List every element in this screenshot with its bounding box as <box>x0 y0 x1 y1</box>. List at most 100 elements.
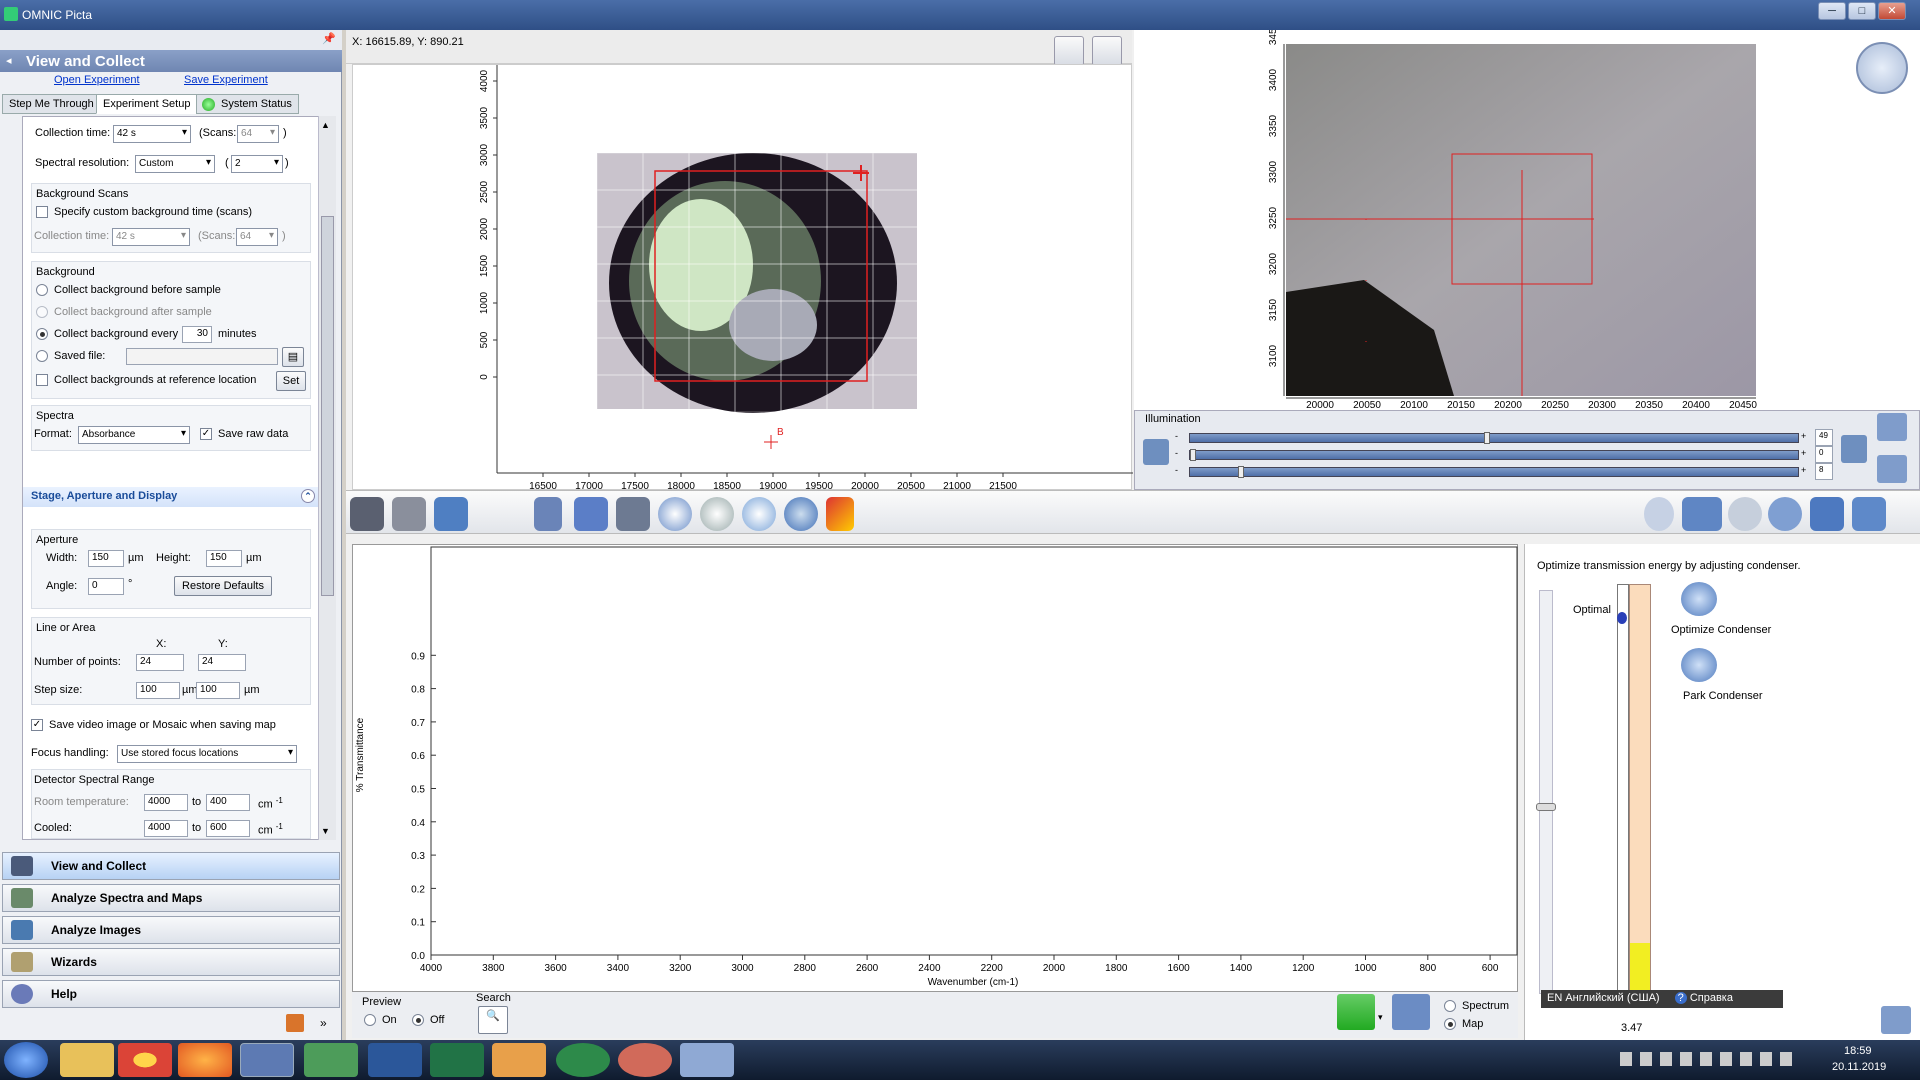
help-label[interactable]: Справка <box>1690 992 1733 1004</box>
nav-view-and-collect[interactable]: View and Collect <box>2 852 340 880</box>
tray-icons[interactable] <box>1620 1052 1800 1066</box>
sample-holder-icon[interactable] <box>350 497 384 531</box>
video-view[interactable]: 20000 20050 20100 20150 20200 20250 20300 20350… <box>1134 22 1920 411</box>
maximize-button[interactable]: □ <box>1848 2 1876 20</box>
chrome-icon[interactable] <box>118 1043 172 1077</box>
spectrum-view[interactable]: 0.0 0.1 0.2 0.3 0.4 0.5 0.6 0.7 0.8 0.9 4000 3800 3… <box>352 544 1518 992</box>
illum-slider-1[interactable] <box>1189 432 1799 444</box>
app-icon-5[interactable] <box>304 1043 358 1077</box>
app-icon-10[interactable] <box>618 1043 672 1077</box>
park-condenser-label[interactable]: Park Condenser <box>1683 690 1763 702</box>
illum-slider-3[interactable] <box>1189 466 1799 478</box>
collapse-icon[interactable]: ◂ <box>6 54 12 67</box>
minimize-button[interactable]: ─ <box>1818 2 1846 20</box>
illum-val-1[interactable]: 49 <box>1815 429 1833 446</box>
optimize-condenser-icon[interactable] <box>1681 582 1717 616</box>
panel-scrollbar[interactable]: ▲ ▼ <box>318 116 336 840</box>
snapshot-icon[interactable] <box>1054 36 1084 66</box>
browse-folder-icon[interactable]: ▤ <box>282 347 304 367</box>
width-input[interactable]: 150 <box>88 550 124 567</box>
mosaic-tool-icon[interactable] <box>658 497 692 531</box>
save-raw-checkbox[interactable]: ✓ <box>200 428 212 440</box>
save-experiment-link[interactable]: Save Experiment <box>184 74 268 86</box>
optimize-condenser-label[interactable]: Optimize Condenser <box>1671 624 1771 636</box>
illum-val-3[interactable]: 8 <box>1815 463 1833 480</box>
preview-on-radio[interactable] <box>364 1014 376 1026</box>
bg-every-radio[interactable] <box>36 328 48 340</box>
bg-saved-radio[interactable] <box>36 350 48 362</box>
step-y-input[interactable]: 100 <box>196 682 240 699</box>
calculator-icon[interactable] <box>680 1043 734 1077</box>
no-icon[interactable] <box>1768 497 1802 531</box>
collapse-section-icon[interactable]: ⌃ <box>301 489 315 503</box>
point-select-icon[interactable] <box>700 497 734 531</box>
spectral-res-select[interactable]: Custom <box>135 155 215 173</box>
auto-illum-icon[interactable] <box>1841 435 1867 463</box>
bg-before-radio[interactable] <box>36 284 48 296</box>
eraser-icon[interactable] <box>826 497 854 531</box>
home-icon[interactable] <box>1810 497 1844 531</box>
cooled-to-input[interactable]: 600 <box>206 820 250 837</box>
explorer-icon[interactable] <box>60 1043 114 1077</box>
minus-icon[interactable]: - <box>1175 448 1178 458</box>
atlas-icon[interactable] <box>434 497 468 531</box>
condenser-track[interactable] <box>1536 590 1556 994</box>
nav-analyze-spectra[interactable]: Analyze Spectra and Maps <box>2 884 340 912</box>
export-icon[interactable] <box>1092 36 1122 66</box>
stage-joystick-icon[interactable] <box>1856 42 1908 94</box>
camera-tool-icon[interactable] <box>616 497 650 531</box>
lamp-icon[interactable] <box>1143 439 1169 465</box>
step-x-input[interactable]: 100 <box>136 682 180 699</box>
video-capture-icon[interactable] <box>1877 455 1907 483</box>
search-icon[interactable]: 🔍 <box>478 1006 508 1034</box>
move-stage-icon[interactable] <box>1644 497 1674 531</box>
tab-step-me-through[interactable]: Step Me Through <box>2 94 101 114</box>
panel-options-icon[interactable] <box>1881 1006 1911 1034</box>
illum-slider-2[interactable] <box>1189 449 1799 461</box>
video-settings-icon[interactable] <box>1877 413 1907 441</box>
area-grid-icon[interactable] <box>784 497 818 531</box>
minus-icon[interactable]: - <box>1175 465 1178 475</box>
paint-icon[interactable] <box>492 1043 546 1077</box>
point-tool-icon[interactable] <box>574 497 608 531</box>
scroll-down-icon[interactable]: ▼ <box>321 826 330 836</box>
start-icon[interactable] <box>4 1042 48 1078</box>
pin-icon[interactable]: 📌 <box>322 32 336 45</box>
app-icon-9[interactable] <box>556 1043 610 1077</box>
dropdown-arrow-icon[interactable]: ▾ <box>1378 1012 1383 1023</box>
collection-time-select[interactable]: 42 s <box>113 125 191 143</box>
plus-icon[interactable]: + <box>1801 431 1806 441</box>
plus-icon[interactable]: + <box>1801 448 1806 458</box>
profile-display-icon[interactable] <box>1392 994 1430 1030</box>
room-to-input[interactable]: 400 <box>206 794 250 811</box>
bg-custom-checkbox[interactable] <box>36 206 48 218</box>
room-from-input[interactable]: 4000 <box>144 794 188 811</box>
bg-ref-checkbox[interactable] <box>36 374 48 386</box>
more-chevron-icon[interactable]: » <box>320 1016 327 1030</box>
plus-icon[interactable]: + <box>1801 465 1806 475</box>
park-condenser-icon[interactable] <box>1681 648 1717 682</box>
nav-help[interactable]: Help <box>2 980 340 1008</box>
spectrum-display-icon[interactable] <box>1337 994 1375 1030</box>
condenser-icon[interactable] <box>1682 497 1722 531</box>
excel-icon[interactable] <box>430 1043 484 1077</box>
word-icon[interactable] <box>368 1043 422 1077</box>
marker-b-icon[interactable] <box>764 435 778 449</box>
save-video-checkbox[interactable]: ✓ <box>31 719 43 731</box>
focus-select[interactable]: Use stored focus locations <box>117 745 297 763</box>
language-bar[interactable]: EN Английский (США) ? Справка <box>1541 990 1783 1008</box>
line-tool-icon[interactable] <box>742 497 776 531</box>
eject-icon[interactable] <box>1852 497 1886 531</box>
stage-icon[interactable] <box>392 497 426 531</box>
restore-defaults-button[interactable]: Restore Defaults <box>174 576 272 596</box>
num-points-y-input[interactable]: 24 <box>198 654 246 671</box>
angle-input[interactable]: 0 <box>88 578 124 595</box>
bg-every-input[interactable]: 30 <box>182 326 212 343</box>
condenser-slider-thumb[interactable] <box>1536 803 1556 811</box>
configure-icon[interactable] <box>286 1014 304 1032</box>
spectrum-mode-radio[interactable] <box>1444 1000 1456 1012</box>
format-select[interactable]: Absorbance <box>78 426 190 444</box>
nav-wizards[interactable]: Wizards <box>2 948 340 976</box>
scroll-thumb[interactable] <box>321 216 334 596</box>
map-mode-radio[interactable] <box>1444 1018 1456 1030</box>
